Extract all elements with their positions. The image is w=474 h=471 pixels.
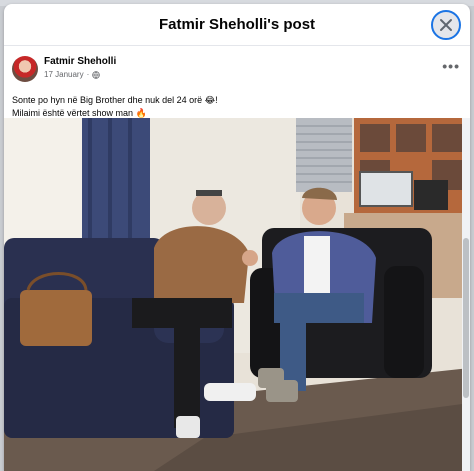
close-icon (440, 19, 452, 31)
modal-title: Fatmir Sheholli's post (158, 16, 316, 33)
more-options-button[interactable]: ••• (442, 58, 460, 74)
post-photo[interactable] (4, 118, 470, 471)
modal-header: Fatmir Sheholli's post (4, 4, 470, 46)
avatar[interactable] (12, 56, 38, 82)
scrollbar[interactable] (462, 118, 470, 471)
post-date[interactable]: 17 January (44, 70, 84, 79)
close-button[interactable] (431, 10, 461, 40)
post-text-line-1: Sonte po hyn në Big Brother dhe nuk del … (12, 95, 218, 105)
author-name[interactable]: Fatmir Sheholli (44, 56, 116, 67)
scrollbar-thumb[interactable] (463, 238, 469, 398)
post-meta: 17 January · (44, 70, 101, 79)
globe-icon (92, 70, 101, 79)
more-dots-icon: ••• (442, 58, 460, 74)
post-modal: Fatmir Sheholli's post Fatmir Sheholli 1… (4, 4, 470, 471)
meta-separator: · (86, 70, 90, 79)
photo-illustration (4, 118, 470, 471)
post-header: Fatmir Sheholli 17 January · ••• (4, 54, 470, 94)
